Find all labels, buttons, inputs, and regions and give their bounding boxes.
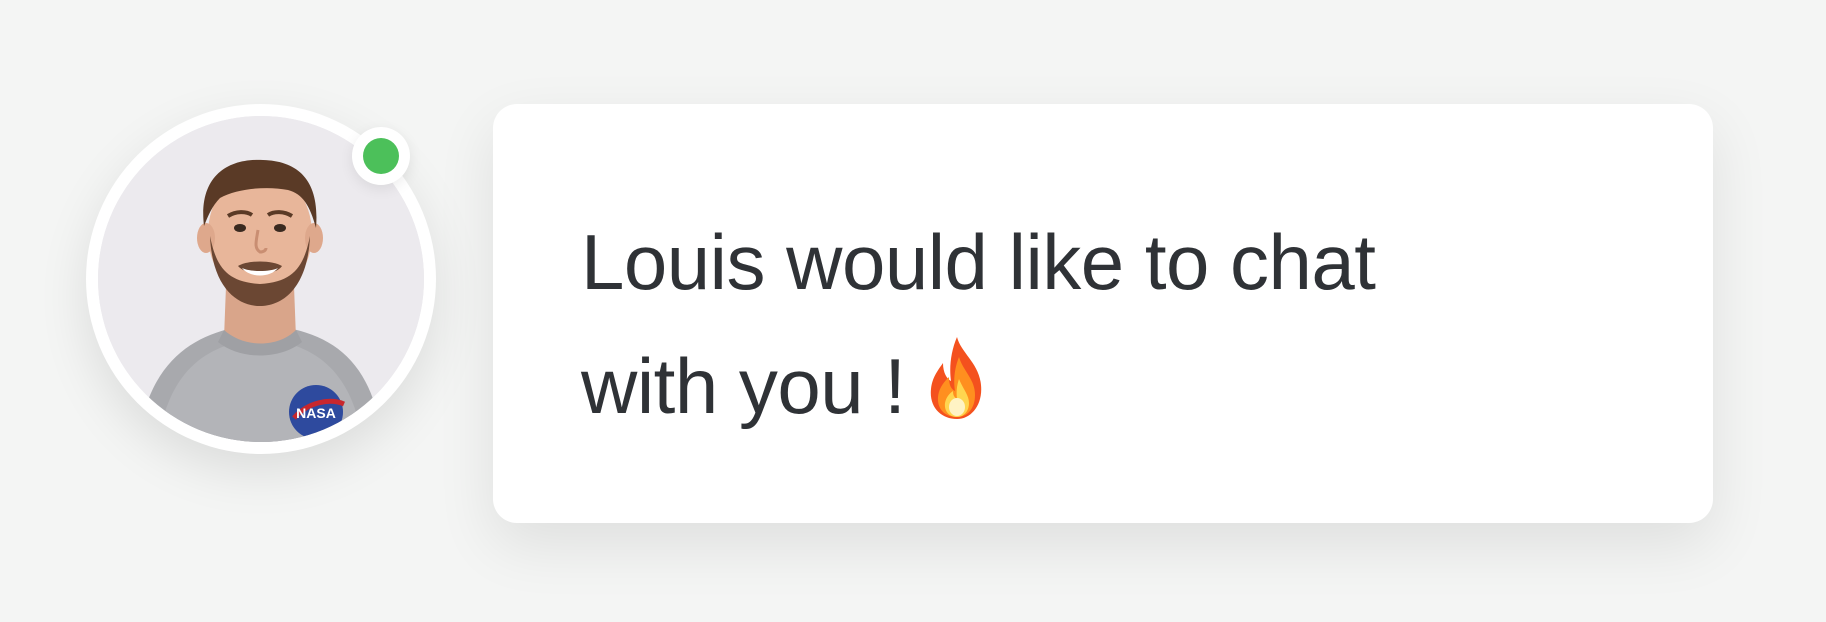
chat-invite-card[interactable]: Louis would like to chat with you ! <box>493 104 1713 523</box>
fire-icon <box>919 333 995 423</box>
online-status-indicator <box>352 127 410 185</box>
online-status-dot <box>363 138 399 174</box>
message-line-1: Louis would like to chat <box>581 218 1376 306</box>
shirt-logo-text: NASA <box>296 405 336 421</box>
message-line-2-wrap: with you ! <box>581 324 1601 448</box>
chat-invite-message: Louis would like to chat with you ! <box>581 200 1601 448</box>
message-line-2: with you ! <box>581 342 906 430</box>
